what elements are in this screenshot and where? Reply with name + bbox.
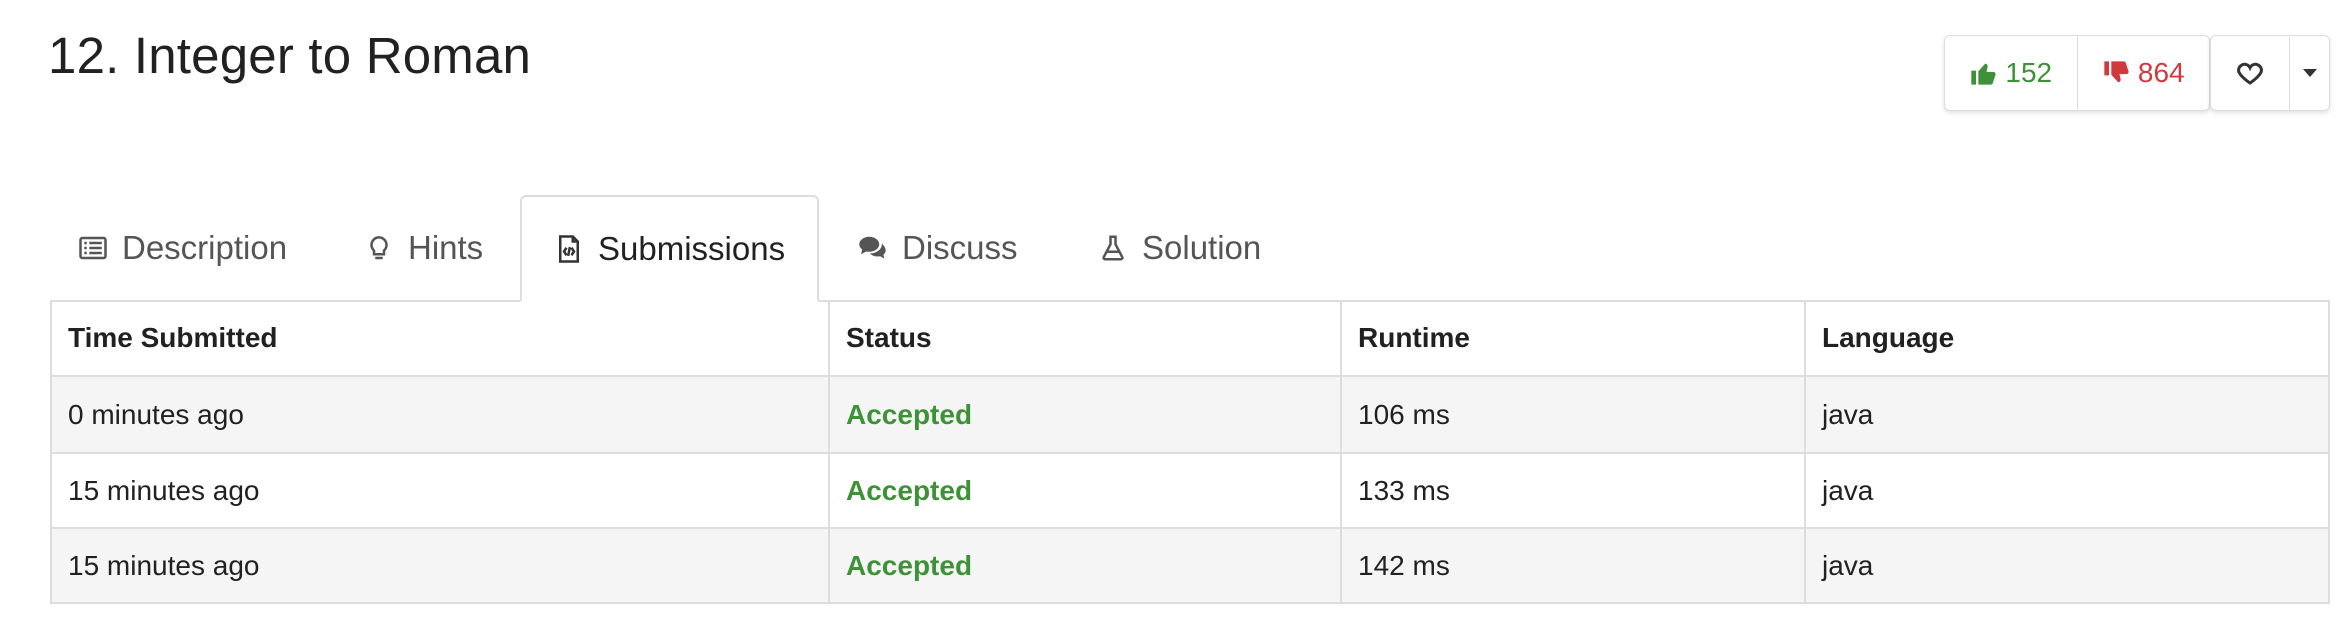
tab-submissions[interactable]: Submissions bbox=[520, 195, 820, 302]
tab-label: Hints bbox=[408, 228, 484, 266]
tab-label: Description bbox=[122, 228, 288, 266]
code-file-icon bbox=[559, 234, 579, 263]
status-cell: Accepted bbox=[828, 529, 1340, 602]
time-submitted-cell: 15 minutes ago bbox=[68, 549, 260, 581]
flask-icon bbox=[1102, 235, 1124, 260]
tab-solution[interactable]: Solution bbox=[1098, 195, 1261, 300]
language-cell: java bbox=[1804, 377, 2328, 452]
like-count: 152 bbox=[2005, 57, 2053, 88]
status-link[interactable]: Accepted bbox=[846, 475, 972, 507]
thumbs-up-icon bbox=[1971, 63, 1997, 85]
heart-outline-icon bbox=[2237, 62, 2263, 85]
runtime-cell: 133 ms bbox=[1340, 454, 1804, 527]
page-title: 12. Integer to Roman bbox=[48, 27, 532, 84]
problem-tabs: Description Hints Submissions Discuss So… bbox=[50, 195, 2330, 302]
submissions-table: Time Submitted Status Runtime Language 0… bbox=[50, 300, 2330, 604]
tab-hints[interactable]: Hints bbox=[364, 195, 483, 300]
column-header-status: Status bbox=[828, 300, 1340, 375]
tab-discuss[interactable]: Discuss bbox=[858, 195, 1018, 300]
table-row: 15 minutes ago Accepted 142 ms java bbox=[52, 527, 2328, 602]
tab-description[interactable]: Description bbox=[78, 195, 287, 300]
favorite-group bbox=[2210, 35, 2330, 111]
status-cell: Accepted bbox=[828, 377, 1340, 452]
column-header-time: Time Submitted bbox=[68, 321, 278, 353]
time-submitted-cell: 0 minutes ago bbox=[68, 398, 244, 430]
list-icon bbox=[79, 236, 107, 259]
lightbulb-icon bbox=[370, 235, 388, 259]
column-header-runtime: Runtime bbox=[1340, 300, 1804, 375]
comments-icon bbox=[859, 236, 886, 259]
status-link[interactable]: Accepted bbox=[846, 550, 972, 582]
table-row: 0 minutes ago Accepted 106 ms java bbox=[52, 377, 2328, 452]
runtime-cell: 106 ms bbox=[1340, 377, 1804, 452]
table-header-row: Time Submitted Status Runtime Language bbox=[52, 300, 2328, 377]
favorite-dropdown-button[interactable] bbox=[2289, 36, 2329, 110]
dislike-button[interactable]: 864 bbox=[2076, 36, 2210, 110]
tab-label: Solution bbox=[1142, 228, 1262, 266]
dislike-count: 864 bbox=[2137, 57, 2185, 88]
time-submitted-cell: 15 minutes ago bbox=[68, 474, 260, 506]
language-cell: java bbox=[1804, 529, 2328, 602]
thumbs-down-icon bbox=[2104, 61, 2129, 83]
vote-group: 152 864 bbox=[1944, 35, 2210, 111]
like-button[interactable]: 152 bbox=[1945, 36, 2077, 110]
table-row: 15 minutes ago Accepted 133 ms java bbox=[52, 452, 2328, 527]
caret-down-icon bbox=[2302, 69, 2317, 77]
status-cell: Accepted bbox=[828, 454, 1340, 527]
tab-label: Submissions bbox=[598, 229, 786, 267]
status-link[interactable]: Accepted bbox=[846, 399, 972, 431]
language-cell: java bbox=[1804, 454, 2328, 527]
runtime-cell: 142 ms bbox=[1340, 529, 1804, 602]
column-header-language: Language bbox=[1804, 300, 2328, 375]
tab-label: Discuss bbox=[902, 228, 1018, 266]
favorite-button[interactable] bbox=[2211, 36, 2289, 110]
